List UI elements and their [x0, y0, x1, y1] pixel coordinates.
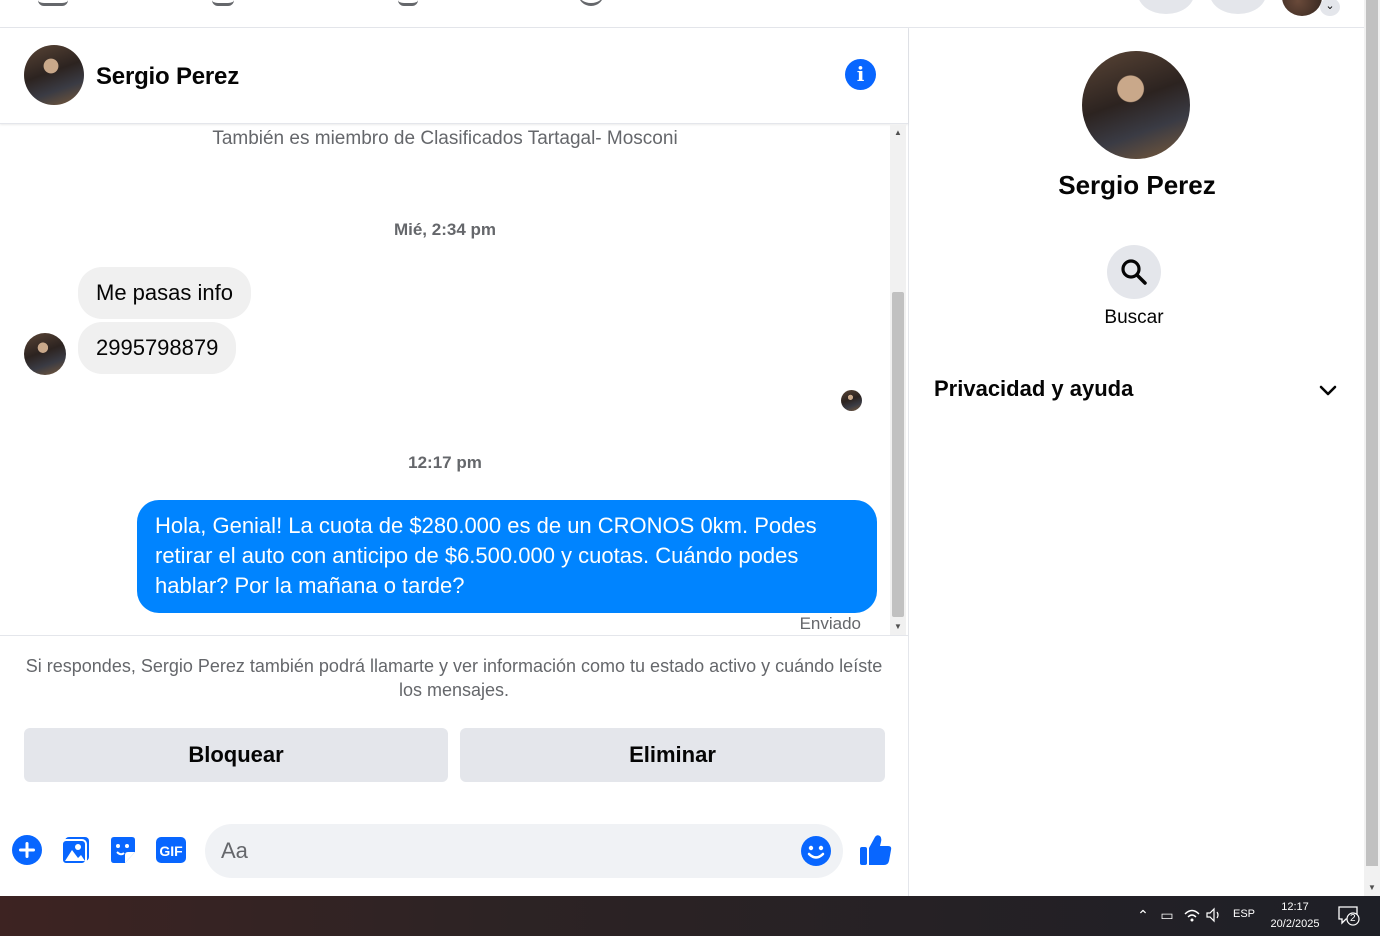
delivery-status: Enviado	[799, 614, 861, 633]
gif-icon[interactable]: GIF	[155, 834, 187, 866]
account-chevron-icon[interactable]: ⌄	[1320, 0, 1340, 16]
chat-header: Sergio Perez i	[0, 28, 908, 124]
timestamp: Mié, 2:34 pm	[393, 220, 497, 239]
marketplace-icon[interactable]	[398, 0, 418, 6]
reply-notice: Si respondes, Sergio Perez también podrá…	[0, 635, 908, 702]
windows-taskbar: ⌃ ▭ ESP 12:17 20/2/2025 2	[0, 896, 1380, 936]
outgoing-message[interactable]: Hola, Genial! La cuota de $280.000 es de…	[137, 500, 877, 613]
timestamp: 12:17 pm	[408, 453, 482, 472]
groups-icon[interactable]	[578, 0, 604, 6]
scroll-thumb[interactable]	[892, 292, 904, 617]
home-icon[interactable]	[38, 0, 68, 6]
scroll-down-arrow-icon[interactable]: ▼	[1364, 880, 1380, 896]
search-button[interactable]	[1107, 245, 1161, 299]
svg-text:GIF: GIF	[159, 843, 183, 859]
info-icon[interactable]: i	[845, 59, 876, 90]
search-label[interactable]: Buscar	[910, 307, 1358, 329]
seen-avatar	[841, 390, 862, 411]
emoji-icon[interactable]	[800, 835, 832, 867]
messenger-button[interactable]	[1210, 0, 1266, 14]
privacy-section-label[interactable]: Privacidad y ayuda	[934, 376, 1133, 402]
profile-name[interactable]: Sergio Perez	[910, 170, 1364, 201]
scroll-up-arrow-icon[interactable]: ▲	[890, 125, 906, 141]
account-avatar[interactable]	[1282, 0, 1322, 16]
photo-icon[interactable]	[60, 834, 92, 866]
language-indicator[interactable]: ESP	[1233, 908, 1255, 920]
notification-count: 2	[1350, 913, 1356, 924]
page-scrollbar[interactable]: ▼	[1364, 0, 1380, 896]
wifi-icon[interactable]	[1183, 906, 1201, 924]
shared-group-note: También es miembro de Clasificados Tarta…	[212, 128, 678, 149]
clock-time: 12:17	[1281, 901, 1309, 913]
delete-button[interactable]: Eliminar	[460, 728, 885, 782]
scroll-down-arrow-icon[interactable]: ▼	[890, 619, 906, 635]
message-input[interactable]	[221, 824, 781, 878]
message-scrollbar[interactable]: ▲ ▼	[890, 125, 906, 635]
clock-date: 20/2/2025	[1270, 918, 1320, 930]
thumbs-up-icon[interactable]	[859, 833, 893, 867]
sender-avatar	[24, 333, 66, 375]
message-list: También es miembro de Clasificados Tarta…	[0, 125, 890, 635]
block-button[interactable]: Bloquear	[24, 728, 448, 782]
volume-icon[interactable]	[1205, 906, 1223, 924]
plus-icon[interactable]	[11, 834, 43, 866]
clock[interactable]: 12:17 20/2/2025	[1262, 899, 1328, 933]
chat-panel: Sergio Perez i También es miembro de Cla…	[0, 28, 909, 896]
chevron-up-icon[interactable]: ⌃	[1134, 906, 1152, 924]
menu-button[interactable]	[1138, 0, 1194, 14]
incoming-message[interactable]: Me pasas info	[78, 267, 251, 319]
incoming-message[interactable]: 2995798879	[78, 322, 237, 374]
profile-avatar[interactable]	[1082, 51, 1190, 159]
conversation-info-panel: Sergio Perez Buscar Privacidad y ayuda	[910, 28, 1364, 896]
sticker-icon[interactable]	[107, 834, 139, 866]
meet-now-icon[interactable]: ▭	[1158, 906, 1176, 924]
notification-center-icon[interactable]: 2	[1338, 906, 1360, 926]
contact-avatar[interactable]	[24, 45, 84, 105]
contact-name[interactable]: Sergio Perez	[96, 63, 239, 91]
chevron-down-icon[interactable]	[1316, 378, 1340, 402]
message-input-box[interactable]	[205, 824, 843, 878]
top-navbar: ⌄	[0, 0, 1364, 28]
page-scroll-thumb[interactable]	[1366, 0, 1378, 866]
video-icon[interactable]	[212, 0, 234, 6]
search-icon	[1121, 259, 1147, 285]
